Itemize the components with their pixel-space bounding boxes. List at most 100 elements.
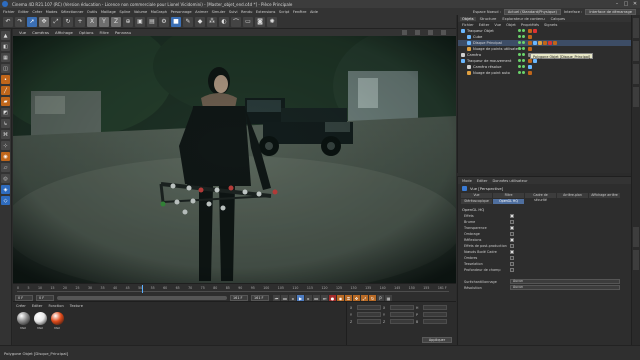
side-tab-objects[interactable] [633,18,639,38]
cube-icon[interactable]: ■ [171,16,181,27]
minimize-button[interactable]: – [614,1,620,7]
option-checkbox[interactable] [510,220,514,224]
tag-icon[interactable] [548,41,552,45]
attribute-menu-item[interactable]: Mode [462,179,472,183]
option-checkbox[interactable] [510,226,514,230]
tweak-mode-icon[interactable]: ⌘ [1,130,10,139]
side-tab-layers-2[interactable] [633,250,639,270]
attribute-tab[interactable]: Filtre [493,193,524,198]
resolution-dropdown[interactable]: Aucun [510,285,620,290]
coordinate-field[interactable] [390,319,414,324]
supersampling-dropdown[interactable]: Aucun [510,279,620,284]
subdivision-icon[interactable]: ◆ [195,16,205,27]
object-manager-tab[interactable]: Structure [478,17,499,21]
coordinate-system-icon[interactable]: ⊕ [123,16,133,27]
redo-icon[interactable]: ↷ [15,16,25,27]
material-swatch[interactable]: Mat [33,312,47,330]
tag-icon[interactable] [528,35,532,39]
zoom-icon[interactable] [415,30,420,35]
tag-icon[interactable] [528,59,532,63]
material-menu-item[interactable]: Fonction [48,304,63,308]
menu-item[interactable]: Suivi [229,10,238,14]
coordinate-field[interactable] [423,305,447,310]
model-mode-icon[interactable]: ◧ [1,42,10,51]
bend-deformer-icon[interactable]: ⌒ [231,16,241,27]
floor-icon[interactable]: ▭ [243,16,253,27]
coordinate-field[interactable] [390,312,414,317]
coordinate-field[interactable] [357,319,381,324]
render-view-icon[interactable]: ▣ [135,16,145,27]
array-icon[interactable]: ⁂ [207,16,217,27]
tag-icon[interactable] [528,47,532,51]
attribute-tab[interactable]: Vue [461,193,492,198]
side-tab-structure[interactable] [633,64,639,84]
uv-mode-icon[interactable]: ◩ [1,108,10,117]
menu-item[interactable]: Fenêtre [293,10,307,14]
node-space-dropdown[interactable]: Actuel (Standard/Physique) [503,8,561,15]
menu-item[interactable]: MoGraph [151,10,167,14]
viewport-menu-item[interactable]: Caméras [32,30,49,35]
y-axis-icon[interactable]: Y [99,16,109,27]
frame-range-slider[interactable] [57,296,227,300]
points-mode-icon[interactable]: • [1,75,10,84]
attribute-tab[interactable]: OpenGL HQ [493,199,524,204]
menu-item[interactable]: Personnage [171,10,192,14]
viewport-menu-item[interactable]: Affichage [55,30,73,35]
menu-item[interactable]: Script [279,10,289,14]
lock-workplane-icon[interactable]: ◉ [1,152,10,161]
visibility-dots[interactable] [518,35,525,38]
attribute-tab[interactable]: Cadre de sécurité [525,193,556,202]
planar-workplane-icon[interactable]: ▱ [1,163,10,172]
object-menu-item[interactable]: Editer [479,23,490,27]
last-tool-icon[interactable]: + [75,16,85,27]
solo-icon[interactable]: ◎ [1,174,10,183]
maximize-view-icon[interactable] [441,30,446,35]
apply-button[interactable]: Appliquer [422,337,452,343]
attribute-tab[interactable]: Arrière-plan [557,193,588,198]
option-checkbox[interactable] [510,268,514,272]
polygons-mode-icon[interactable]: ▰ [1,97,10,106]
z-axis-icon[interactable]: Z [111,16,121,27]
pan-icon[interactable] [402,30,407,35]
coordinate-field[interactable] [390,305,414,310]
solo-hierarchy-icon[interactable]: ◇ [1,196,10,205]
object-menu-item[interactable]: Propriétés [521,23,539,27]
object-menu-item[interactable]: Vue [494,23,501,27]
menu-item[interactable]: Créer [32,10,42,14]
maximize-button[interactable]: □ [623,1,629,7]
object-manager-tab[interactable]: Objets [460,16,476,21]
axis-mode-icon[interactable]: ↳ [1,119,10,128]
pen-icon[interactable]: ✎ [183,16,193,27]
option-checkbox[interactable] [510,250,514,254]
menu-item[interactable]: Aide [310,10,318,14]
option-checkbox[interactable] [510,256,514,260]
menu-item[interactable]: Outils [87,10,97,14]
visibility-dots[interactable] [518,59,525,62]
object-menu-item[interactable]: Fichier [462,23,474,27]
menu-item[interactable]: Modes [46,10,58,14]
tag-icon[interactable] [528,65,532,69]
boole-icon[interactable]: ◐ [219,16,229,27]
visibility-dots[interactable] [518,41,525,44]
option-checkbox[interactable] [510,244,514,248]
camera-icon[interactable]: ◙ [255,16,265,27]
menu-item[interactable]: Spline [119,10,130,14]
timeline-playhead[interactable] [142,285,144,293]
menu-item[interactable]: Simuler [212,10,226,14]
x-axis-icon[interactable]: X [87,16,97,27]
menu-item[interactable]: Maillage [101,10,116,14]
attribute-tab[interactable]: Stéréoscopique [461,199,492,204]
tag-icon[interactable] [553,41,557,45]
visibility-dots[interactable] [518,47,525,50]
material-menu-item[interactable]: Editer [32,304,43,308]
menu-item[interactable]: Sélectionner [61,10,84,14]
tag-icon[interactable] [528,29,532,33]
tag-icon[interactable] [533,41,537,45]
side-tab-content-browser[interactable] [633,41,639,61]
snap-icon[interactable]: ⊹ [1,141,10,150]
texture-mode-icon[interactable]: ▦ [1,53,10,62]
light-icon[interactable]: ✺ [267,16,277,27]
tag-icon[interactable] [543,41,547,45]
menu-item[interactable]: Animer [195,10,208,14]
orbit-icon[interactable] [428,30,433,35]
